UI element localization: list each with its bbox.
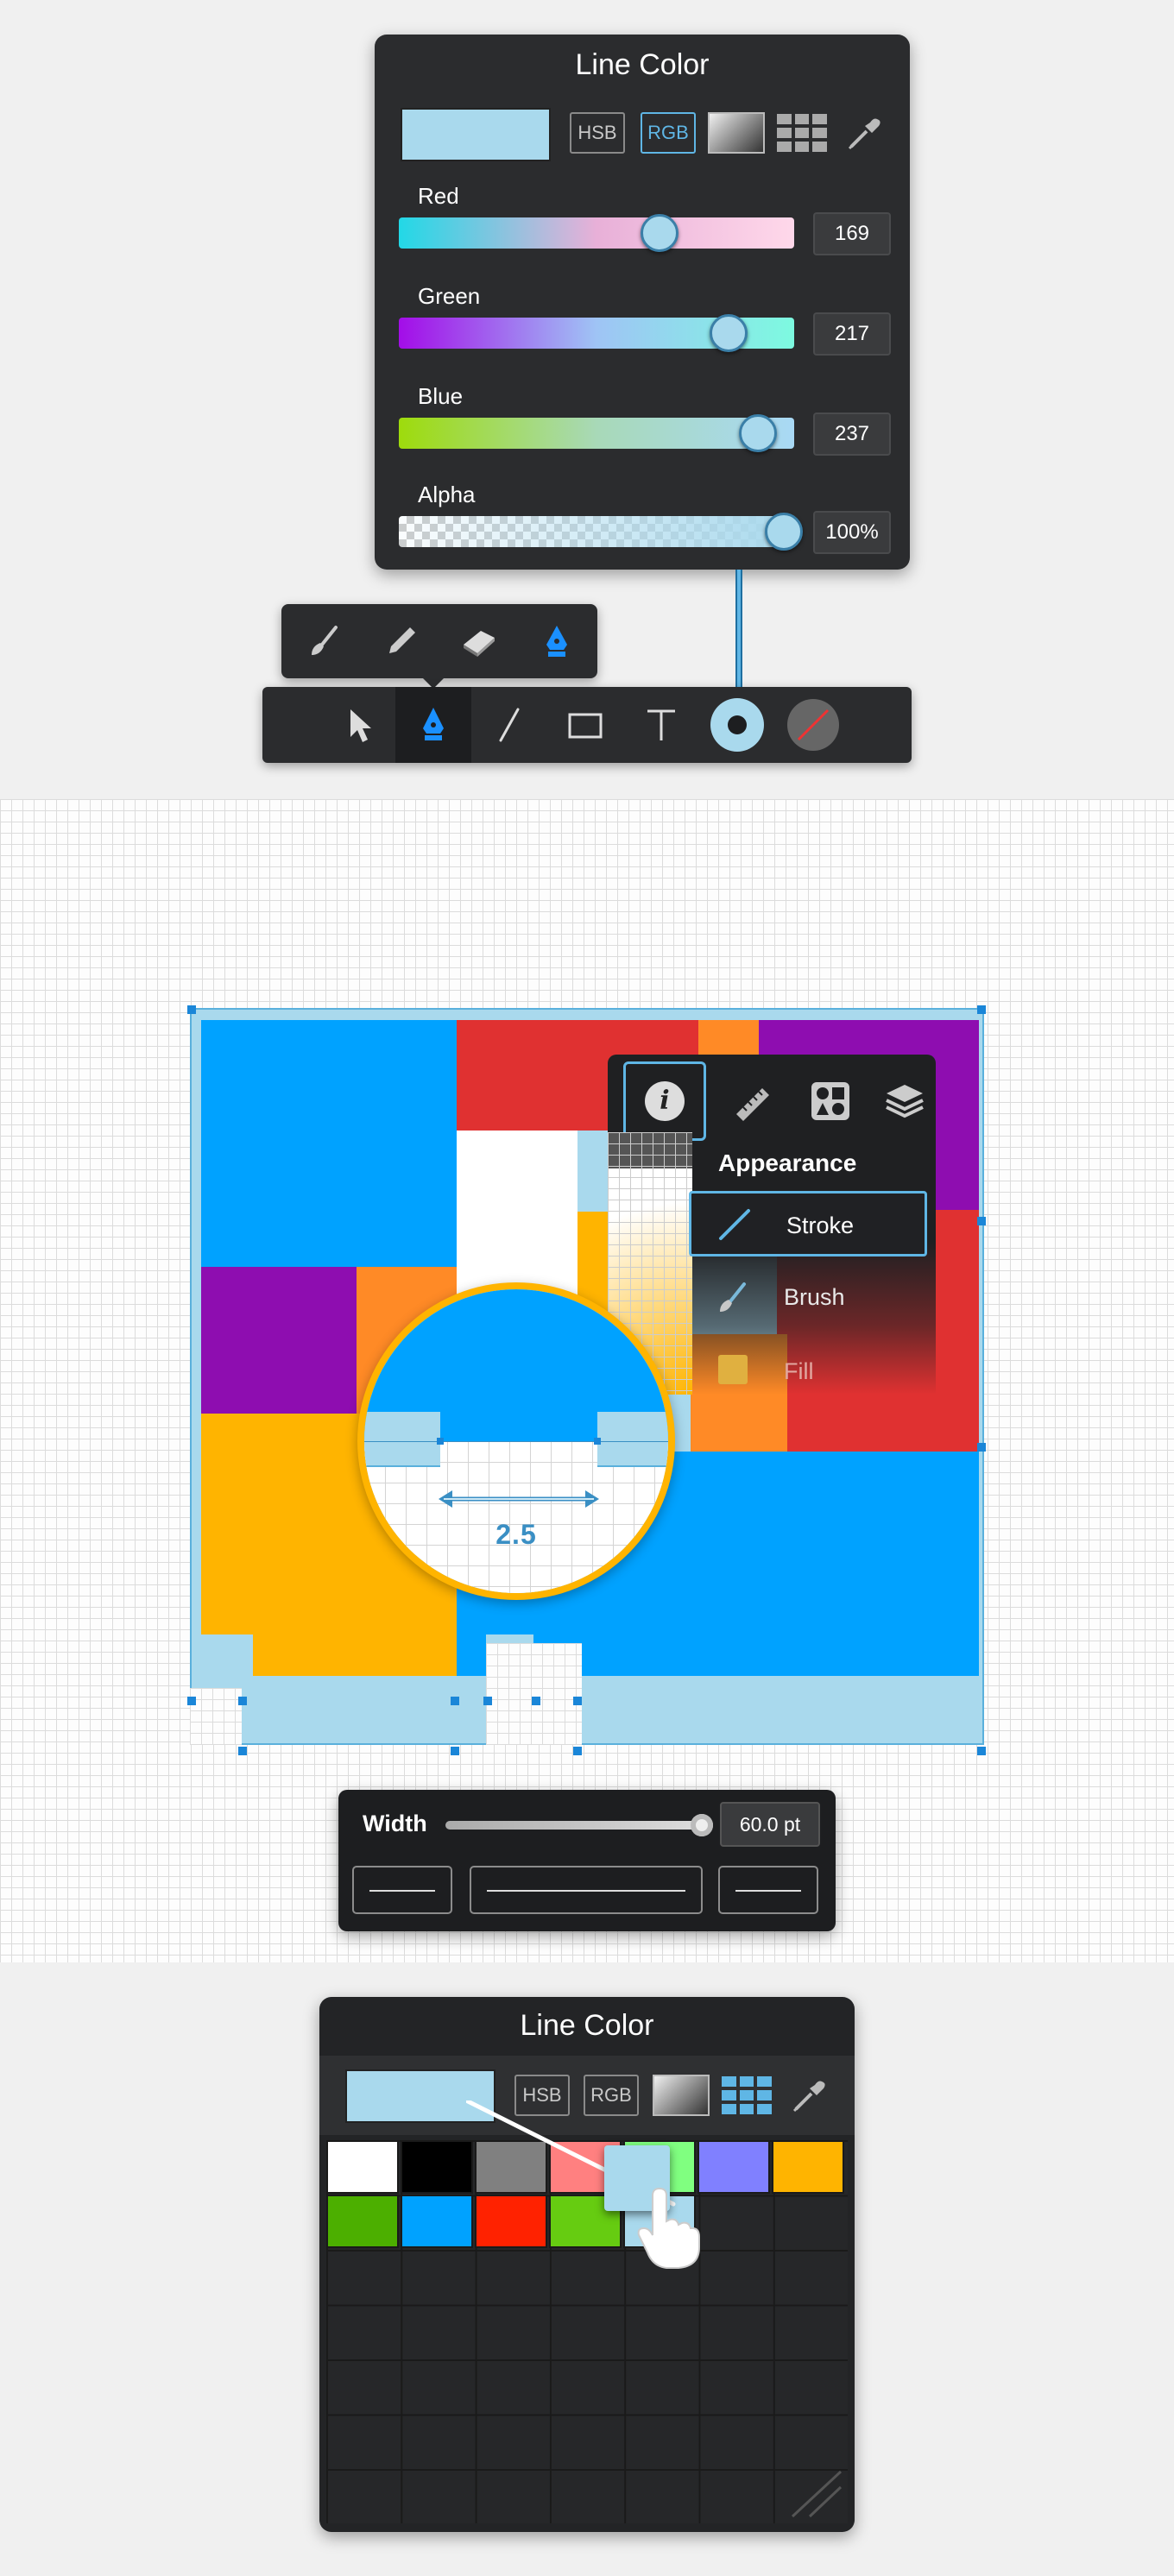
palette-swatch-amber[interactable] xyxy=(772,2140,844,2194)
ruler-icon[interactable] xyxy=(713,1061,792,1141)
width-measure-arrow xyxy=(439,1490,599,1508)
line-cap-button-left[interactable] xyxy=(352,1866,452,1914)
shape-blue-top-left xyxy=(201,1020,457,1267)
layers-icon[interactable] xyxy=(865,1061,944,1141)
line-cap-button-right[interactable] xyxy=(718,1866,818,1914)
shape-purple-left xyxy=(201,1267,357,1414)
fill-square-icon xyxy=(718,1355,748,1384)
paintbrush-icon[interactable] xyxy=(299,616,349,666)
alpha-value[interactable]: 100% xyxy=(813,511,891,554)
selection-handle[interactable] xyxy=(451,1697,459,1705)
fill-item[interactable]: Fill xyxy=(689,1339,927,1405)
blue-slider-knob[interactable] xyxy=(739,414,777,452)
selection-handle[interactable] xyxy=(573,1697,582,1705)
red-label: Red xyxy=(418,183,459,209)
green-value[interactable]: 217 xyxy=(813,312,891,356)
width-slider-knob[interactable] xyxy=(691,1814,713,1836)
stroke-color-icon[interactable] xyxy=(699,687,775,763)
pencil-icon[interactable] xyxy=(376,616,426,666)
line-color-panel-top: Line Color HSB RGB Red 169 Green 217 Blu… xyxy=(375,35,910,570)
green-slider[interactable] xyxy=(399,314,794,352)
stroke-item[interactable]: Stroke xyxy=(689,1191,927,1257)
alpha-slider-knob[interactable] xyxy=(765,513,803,551)
shape-blue-notch-2 xyxy=(533,1634,582,1643)
palette-swatch-green[interactable] xyxy=(326,2195,399,2248)
alpha-slider[interactable] xyxy=(399,513,803,551)
green-slider-knob[interactable] xyxy=(710,314,748,352)
hsb-mode-button[interactable]: HSB xyxy=(570,112,625,154)
main-toolbar xyxy=(262,687,912,763)
palette-swatch-white[interactable] xyxy=(326,2140,399,2194)
drawing-canvas[interactable]: i Appearance Stroke Brush Fill 2.5 Width… xyxy=(0,799,1174,1962)
eyedropper-icon[interactable] xyxy=(786,2071,834,2119)
shapes-icon[interactable] xyxy=(791,1061,870,1141)
red-value[interactable]: 169 xyxy=(813,212,891,255)
brush-icon xyxy=(720,1282,746,1312)
brush-item[interactable]: Brush xyxy=(689,1265,927,1331)
eraser-icon[interactable] xyxy=(454,616,504,666)
line-color-panel-bottom: Line Color HSB RGB xyxy=(319,1997,855,2532)
width-measurement: 2.5 xyxy=(495,1519,537,1550)
appearance-heading: Appearance xyxy=(718,1149,857,1176)
blue-slider[interactable] xyxy=(399,414,794,452)
green-label: Green xyxy=(418,283,481,309)
canvas-notch xyxy=(486,1643,582,1745)
resize-corner-icon[interactable] xyxy=(784,2468,844,2520)
rectangle-icon[interactable] xyxy=(547,687,623,763)
shape-blue-bottom-tab xyxy=(582,1634,979,1676)
width-slider[interactable] xyxy=(445,1814,713,1836)
panel-title: Line Color xyxy=(520,2009,654,2042)
red-slider[interactable] xyxy=(399,214,794,252)
current-color-swatch[interactable] xyxy=(401,108,551,161)
selection-handle[interactable] xyxy=(238,1747,247,1755)
select-arrow-icon[interactable] xyxy=(323,687,399,763)
palette-grid-button[interactable] xyxy=(722,2076,772,2114)
alpha-label: Alpha xyxy=(418,482,476,507)
palette-swatch-periwinkle[interactable] xyxy=(697,2140,770,2194)
selection-handle[interactable] xyxy=(187,1005,196,1014)
no-fill-icon[interactable] xyxy=(775,687,851,763)
line-icon[interactable] xyxy=(471,687,547,763)
fill-label: Fill xyxy=(784,1358,814,1384)
selection-handle[interactable] xyxy=(573,1747,582,1755)
blue-label: Blue xyxy=(418,383,464,409)
selection-handle[interactable] xyxy=(238,1697,247,1705)
palette-grid-button[interactable] xyxy=(777,114,827,152)
inspector-tab-bar: i xyxy=(608,1055,936,1141)
stroke-line-icon xyxy=(719,1209,750,1240)
shape-blue-notch xyxy=(457,1634,486,1676)
selection-handle[interactable] xyxy=(977,1217,986,1225)
selection-handle[interactable] xyxy=(483,1697,492,1705)
palette-swatch-black[interactable] xyxy=(401,2140,473,2194)
width-label: Width xyxy=(363,1811,427,1836)
magnifier-loupe: 2.5 xyxy=(357,1282,675,1600)
red-slider-knob[interactable] xyxy=(641,214,679,252)
selection-handle[interactable] xyxy=(977,1443,986,1452)
brush-label: Brush xyxy=(784,1284,845,1310)
blue-value[interactable]: 237 xyxy=(813,413,891,456)
width-panel: Width 60.0 pt xyxy=(338,1790,836,1931)
selection-handle[interactable] xyxy=(532,1697,540,1705)
rgb-mode-button[interactable]: RGB xyxy=(641,112,696,154)
pen-nib-icon[interactable] xyxy=(532,616,582,666)
stroke-label: Stroke xyxy=(786,1212,855,1238)
canvas-notch-left xyxy=(190,1688,242,1745)
info-icon[interactable]: i xyxy=(623,1061,706,1141)
shape-yellow-tab xyxy=(253,1634,457,1676)
brush-type-popup xyxy=(281,604,597,678)
gradient-button[interactable] xyxy=(708,112,765,154)
width-value[interactable]: 60.0 pt xyxy=(720,1802,820,1847)
touch-hand-icon xyxy=(637,2187,700,2269)
eyedropper-icon[interactable] xyxy=(841,109,889,157)
pen-nib-icon[interactable] xyxy=(395,687,471,763)
selection-handle[interactable] xyxy=(187,1697,196,1705)
panel-title: Line Color xyxy=(575,48,710,81)
text-icon[interactable] xyxy=(623,687,699,763)
selection-handle[interactable] xyxy=(977,1747,986,1755)
selection-handle[interactable] xyxy=(977,1005,986,1014)
selection-handle[interactable] xyxy=(451,1747,459,1755)
palette-swatch-blue[interactable] xyxy=(401,2195,473,2248)
line-style-button[interactable] xyxy=(470,1866,703,1914)
